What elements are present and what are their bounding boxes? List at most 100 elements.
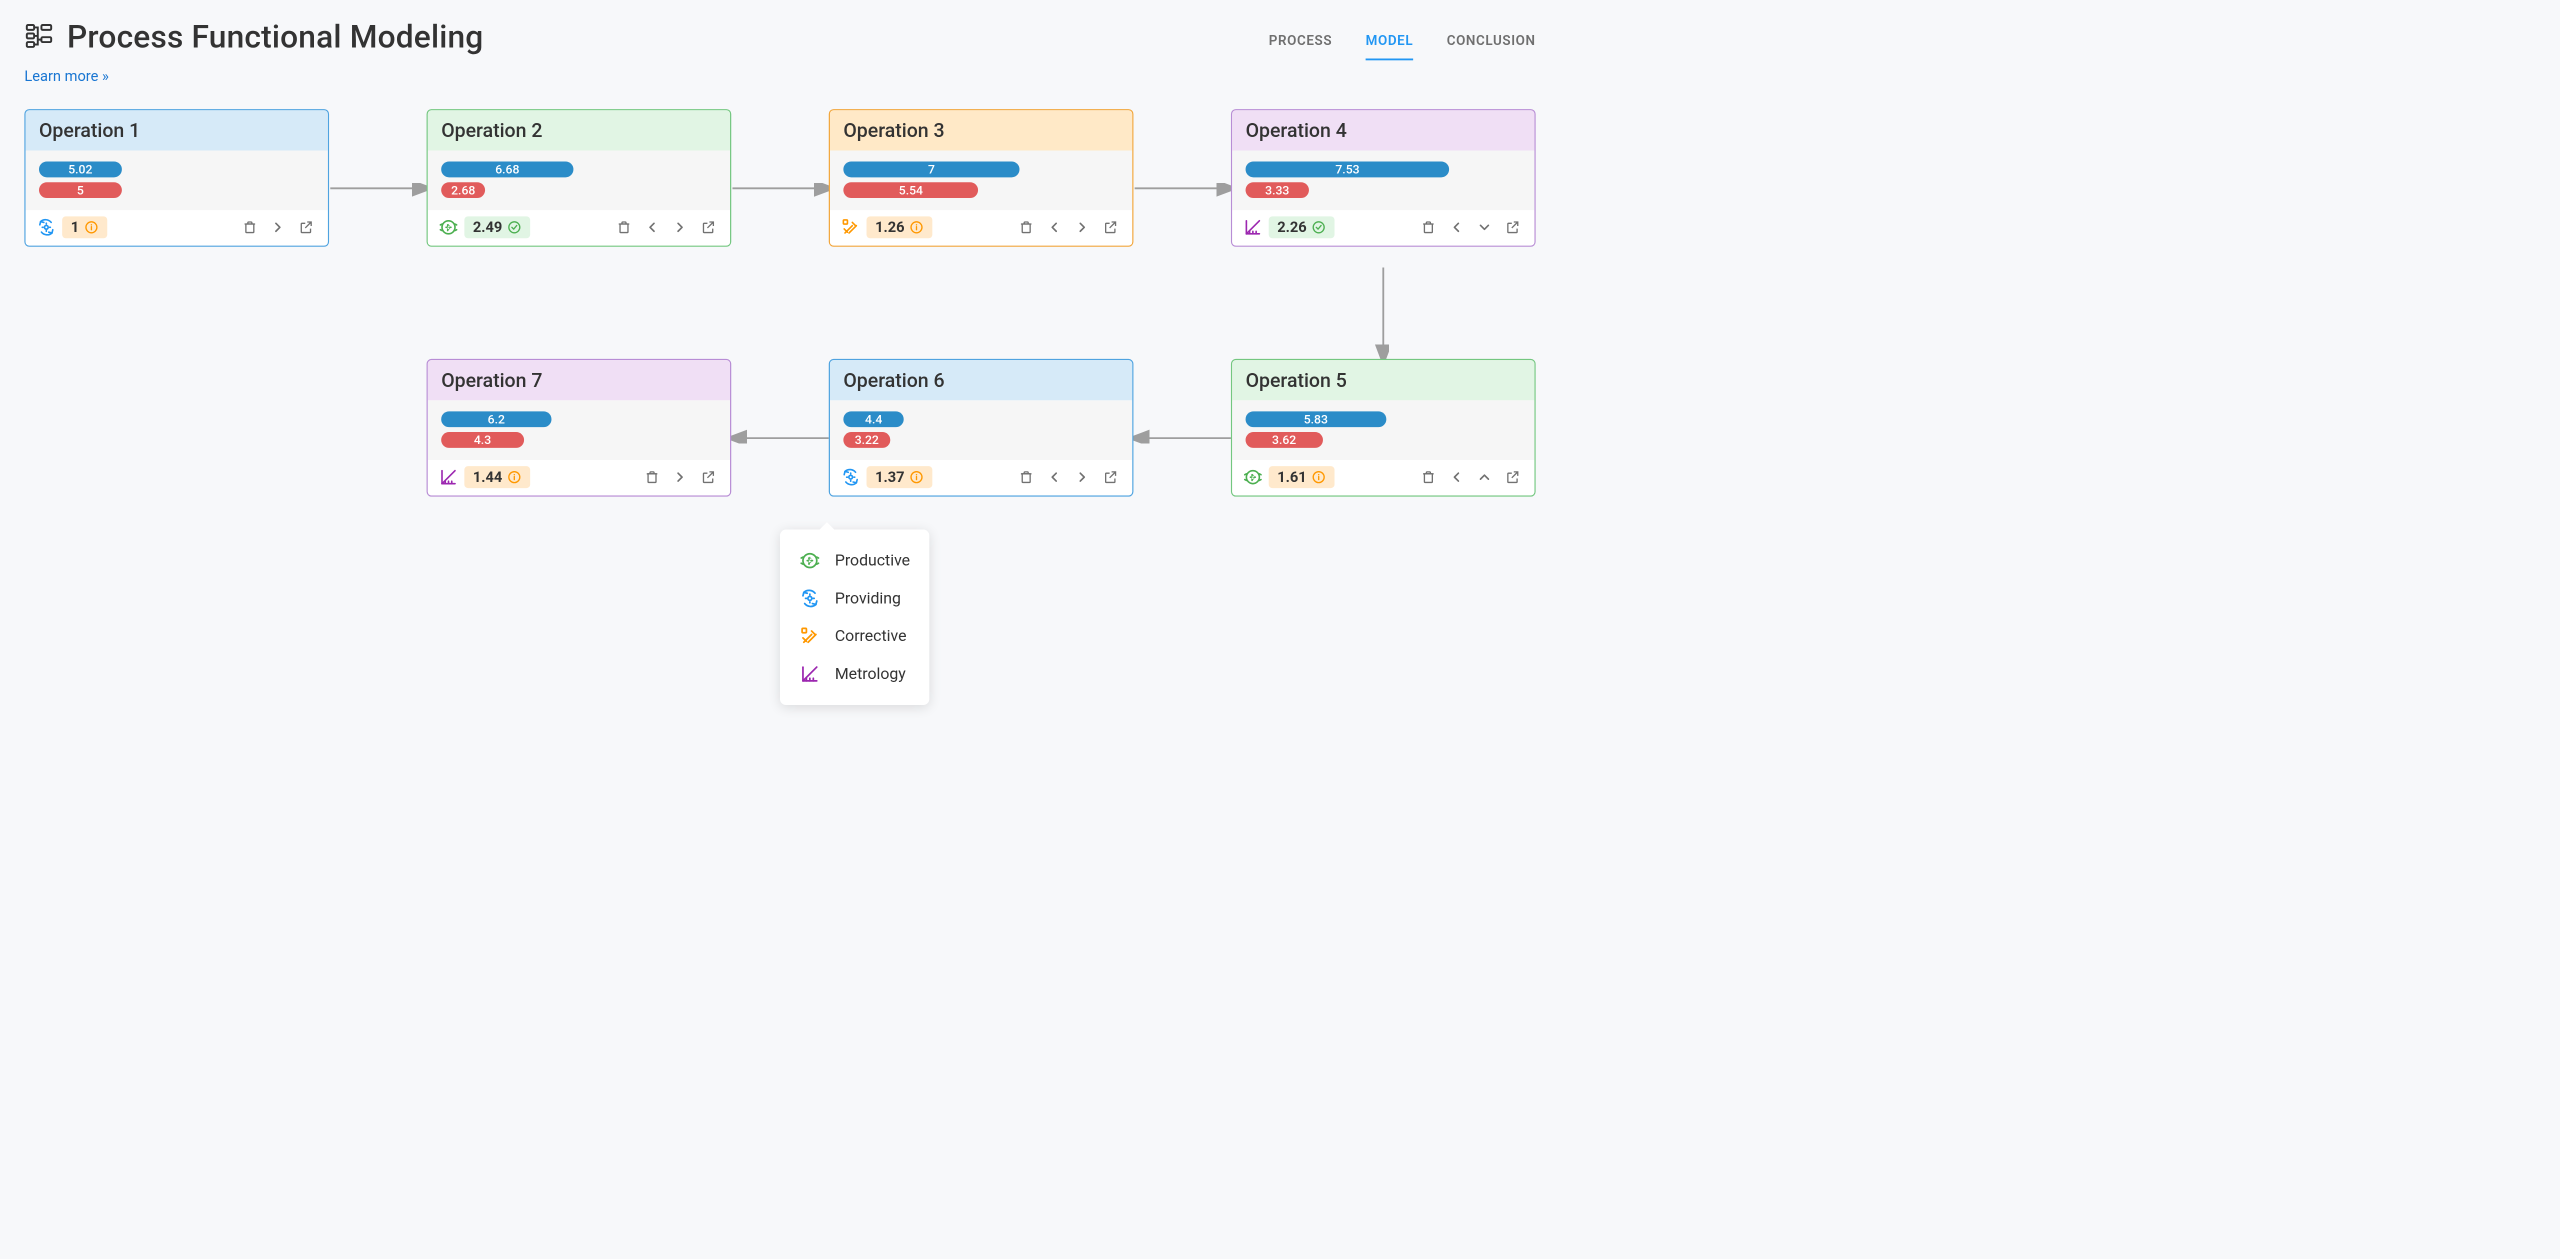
open-external-icon[interactable] [1099,466,1121,488]
open-external-icon[interactable] [1502,216,1524,238]
popover-item-corrective[interactable]: Corrective [800,617,911,655]
metric-bar-red: 4.3 [441,432,524,448]
metric-bar-red: 3.62 [1246,432,1323,448]
ratio-value: 1 [71,219,79,236]
card-operation-7[interactable]: Operation 76.24.31.44 [427,359,732,497]
open-external-icon[interactable] [1099,216,1121,238]
chevron-left-icon[interactable] [641,216,663,238]
chevron-left-icon[interactable] [1445,216,1467,238]
card-title: Operation 3 [830,110,1132,150]
ratio-badge: 1.61 [1269,466,1335,488]
corrective-icon[interactable] [841,218,861,238]
ratio-value: 1.26 [875,219,904,236]
delete-icon[interactable] [1417,216,1439,238]
metric-bar-blue: 4.4 [843,411,904,427]
productive-icon[interactable] [1243,467,1263,487]
popover-item-productive[interactable]: Productive [800,542,911,580]
card-body: 4.4 3.22 [830,400,1132,460]
check-circle-icon [1312,220,1327,235]
metric-bar-blue: 5.83 [1246,411,1386,427]
card-operation-2[interactable]: Operation 26.682.68 2.49 [427,109,732,247]
card-operation-1[interactable]: Operation 15.025 1 [24,109,329,247]
metric-bar-red: 3.22 [843,432,890,448]
card-title: Operation 6 [830,360,1132,400]
metrology-icon [800,664,821,685]
card-footer: 1.26 [830,210,1132,245]
popover-item-metrology[interactable]: Metrology [800,655,911,693]
card-body: 5.025 [26,151,328,211]
delete-icon[interactable] [641,466,663,488]
open-external-icon[interactable] [697,466,719,488]
metric-bar-blue: 7 [843,161,1019,177]
popover-label: Productive [835,551,910,569]
metric-bar-red: 3.33 [1246,182,1309,198]
card-footer: 1.37 [830,460,1132,495]
metrology-icon[interactable] [1243,218,1263,238]
card-body: 6.682.68 [428,151,730,211]
chevron-left-icon[interactable] [1043,216,1065,238]
chevron-left-icon[interactable] [1043,466,1065,488]
delete-icon[interactable] [239,216,261,238]
card-footer: 1 [26,210,328,245]
delete-icon[interactable] [613,216,635,238]
metrology-icon[interactable] [439,467,459,487]
category-popover: Productive Providing Corrective Metrolog… [780,530,930,706]
card-title: Operation 5 [1232,360,1534,400]
card-operation-4[interactable]: Operation 4 7.53 3.33 2.26 [1231,109,1536,247]
open-external-icon[interactable] [697,216,719,238]
tab-model[interactable]: MODEL [1366,34,1414,61]
ratio-value: 2.26 [1277,219,1306,236]
open-external-icon[interactable] [1502,466,1524,488]
corrective-icon [800,626,821,647]
chevron-right-icon[interactable] [267,216,289,238]
chevron-down-icon[interactable] [1473,216,1495,238]
card-operation-3[interactable]: Operation 375.54 1.26 [829,109,1134,247]
metric-bar-blue: 6.68 [441,161,573,177]
ratio-badge: 1.26 [867,216,933,238]
metric-bar-red: 5 [39,182,122,198]
ratio-badge: 1.37 [867,466,933,488]
metric-bar-blue: 6.2 [441,411,551,427]
card-footer: 2.49 [428,210,730,245]
ratio-badge: 2.49 [464,216,530,238]
learn-more-link[interactable]: Learn more » [24,68,108,85]
card-title: Operation 4 [1232,110,1534,150]
productive-icon[interactable] [439,218,459,238]
tab-conclusion[interactable]: CONCLUSION [1447,34,1536,61]
ratio-value: 1.44 [473,469,502,486]
card-body: 75.54 [830,151,1132,211]
chevron-right-icon[interactable] [1071,466,1093,488]
popover-label: Corrective [835,627,907,645]
delete-icon[interactable] [1015,216,1037,238]
delete-icon[interactable] [1417,466,1439,488]
providing-icon[interactable] [841,467,861,487]
open-external-icon[interactable] [295,216,317,238]
chevron-right-icon[interactable] [669,216,691,238]
page-header: Process Functional Modeling PROCESS MODE… [0,0,1560,60]
card-title: Operation 2 [428,110,730,150]
card-footer: 1.61 [1232,460,1534,495]
card-operation-5[interactable]: Operation 5 5.83 3.62 1.61 [1231,359,1536,497]
chevron-right-icon[interactable] [669,466,691,488]
popover-label: Providing [835,589,901,607]
chevron-up-icon[interactable] [1473,466,1495,488]
popover-label: Metrology [835,665,906,683]
ratio-value: 1.61 [1277,469,1306,486]
ratio-value: 2.49 [473,219,502,236]
card-title: Operation 1 [26,110,328,150]
card-operation-6[interactable]: Operation 6 4.4 3.22 1.37 [829,359,1134,497]
tab-process[interactable]: PROCESS [1269,34,1332,61]
card-body: 7.53 3.33 [1232,151,1534,211]
page-title: Process Functional Modeling [67,18,483,55]
card-footer: 1.44 [428,460,730,495]
metric-bar-blue: 7.53 [1246,161,1450,177]
delete-icon[interactable] [1015,466,1037,488]
popover-item-providing[interactable]: Providing [800,580,911,618]
providing-icon[interactable] [37,218,57,238]
ratio-badge: 1 [62,216,107,238]
chevron-left-icon[interactable] [1445,466,1467,488]
ratio-value: 1.37 [875,469,904,486]
chevron-right-icon[interactable] [1071,216,1093,238]
card-body: 5.83 3.62 [1232,400,1534,460]
ratio-badge: 1.44 [464,466,530,488]
